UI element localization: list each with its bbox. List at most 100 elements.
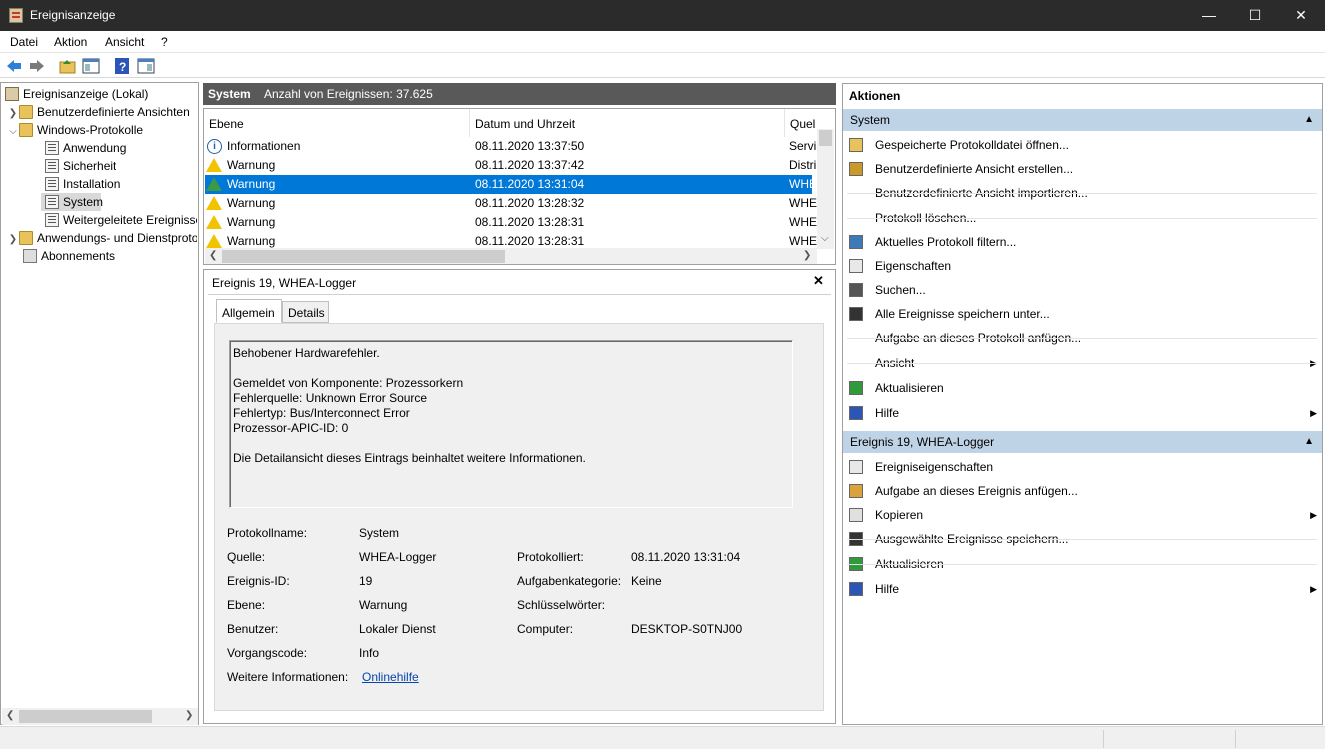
tree-item-app-service-logs[interactable]: ❯ Anwendungs- und Dienstprotokolle: [7, 229, 197, 247]
toolbar: ?: [0, 54, 1325, 78]
cell-level: Warnung: [227, 215, 276, 229]
tree-item-installation[interactable]: Installation: [45, 175, 120, 193]
tree-item-anwendung[interactable]: Anwendung: [45, 139, 126, 157]
help-icon: [849, 406, 863, 420]
action-label: Hilfe: [875, 406, 900, 420]
table-row[interactable]: Warnung 08.11.2020 13:37:42 Distri: [205, 156, 816, 175]
action-label: Aktuelles Protokoll filtern...: [875, 235, 1017, 249]
folder-icon: [19, 123, 33, 137]
value-benutzer: Lokaler Dienst: [359, 622, 436, 636]
scroll-right-icon[interactable]: ❯: [185, 710, 193, 721]
value-aufgabenkategorie: Keine: [631, 574, 662, 588]
scroll-left-icon[interactable]: ❮: [209, 250, 217, 261]
show-hide-action-pane-icon[interactable]: [137, 57, 155, 75]
cell-date: 08.11.2020 13:31:04: [475, 177, 585, 191]
action-aktuelles-protokoll-filtern[interactable]: Aktuelles Protokoll filtern...: [847, 230, 1317, 254]
column-header-source[interactable]: Quel: [785, 109, 817, 137]
event-message-box[interactable]: Behobener Hardwarefehler. Gemeldet von K…: [229, 340, 793, 508]
menu-datei[interactable]: Datei: [10, 35, 38, 49]
scrollbar-thumb[interactable]: [819, 130, 832, 146]
close-button[interactable]: ✕: [1278, 0, 1324, 31]
actions-section-event[interactable]: Ereignis 19, WHEA-Logger ▲: [843, 431, 1322, 453]
action-alle-ereignisse-speichern-unter[interactable]: Alle Ereignisse speichern unter...: [847, 302, 1317, 326]
warning-icon: [206, 234, 222, 248]
warning-icon: [206, 158, 222, 172]
column-header-level[interactable]: Ebene: [204, 109, 470, 137]
forward-arrow-icon[interactable]: [28, 57, 46, 75]
scrollbar-thumb[interactable]: [222, 250, 505, 263]
list-vertical-scrollbar[interactable]: ⌵: [817, 129, 834, 249]
tree-horizontal-scrollbar[interactable]: ❮ ❯: [2, 708, 198, 725]
table-row[interactable]: Warnung 08.11.2020 13:31:04 WHE: [205, 175, 817, 194]
table-row[interactable]: Warnung 08.11.2020 13:28:31 WHE: [205, 213, 817, 232]
action-label: Hilfe: [875, 582, 900, 596]
label-quelle: Quelle:: [227, 550, 266, 564]
menu-bar: Datei Aktion Ansicht ?: [0, 31, 1325, 53]
action-eigenschaften[interactable]: Eigenschaften: [847, 254, 1317, 278]
copy-icon: [849, 508, 863, 522]
tree-item-label: Abonnements: [41, 249, 116, 263]
refresh-icon: [849, 381, 863, 395]
log-icon: [45, 159, 59, 173]
tree-item-subscriptions[interactable]: Abonnements: [23, 247, 115, 265]
attach-task-icon: [849, 484, 863, 498]
divider: [847, 218, 1317, 219]
action-ereigniseigenschaften[interactable]: Ereigniseigenschaften: [847, 455, 1317, 479]
action-hilfe[interactable]: Hilfe ▶: [847, 577, 1317, 601]
label-ebene: Ebene:: [227, 598, 266, 612]
action-gespeicherte-protokolldatei-öffnen[interactable]: Gespeicherte Protokolldatei öffnen...: [847, 133, 1317, 157]
collapse-icon[interactable]: ▲: [1304, 109, 1314, 131]
action-label: Aufgabe an dieses Ereignis anfügen...: [875, 484, 1078, 498]
back-arrow-icon[interactable]: [5, 57, 23, 75]
action-benutzerdefinierte-ansicht-erstellen[interactable]: Benutzerdefinierte Ansicht erstellen...: [847, 157, 1317, 181]
maximize-button[interactable]: ☐: [1232, 0, 1278, 31]
tree-item-forwarded-events[interactable]: Weitergeleitete Ereignisse: [45, 211, 197, 229]
tree-item-windows-logs[interactable]: ⌵ Windows-Protokolle: [7, 121, 143, 139]
tree-item-custom-views[interactable]: ❯ Benutzerdefinierte Ansichten: [7, 103, 190, 121]
tree-item-sicherheit[interactable]: Sicherheit: [45, 157, 116, 175]
scroll-left-icon[interactable]: ❮: [6, 710, 14, 721]
help-icon[interactable]: ?: [113, 57, 131, 75]
show-hide-tree-icon[interactable]: [82, 57, 100, 75]
action-aufgabe-an-dieses-ereignis-anfügen[interactable]: Aufgabe an dieses Ereignis anfügen...: [847, 479, 1317, 503]
tree-item-system[interactable]: System: [45, 193, 103, 211]
tab-details[interactable]: Details: [282, 301, 329, 323]
table-row[interactable]: i Informationen 08.11.2020 13:37:50 Servi: [205, 137, 816, 156]
scroll-right-icon[interactable]: ❯: [803, 250, 811, 261]
actions-section-system[interactable]: System ▲: [843, 109, 1322, 131]
menu-aktion[interactable]: Aktion: [54, 35, 87, 49]
chevron-down-icon[interactable]: ⌵: [7, 123, 19, 139]
action-hilfe[interactable]: Hilfe ▶: [847, 401, 1317, 425]
collapse-icon[interactable]: ▲: [1304, 431, 1314, 453]
label-weitere-informationen: Weitere Informationen:: [227, 670, 349, 684]
cell-level: Warnung: [227, 177, 276, 191]
scroll-down-icon[interactable]: ⌵: [821, 233, 829, 244]
properties-icon: [849, 259, 863, 273]
filter-create-icon: [849, 162, 863, 176]
tree-item-root[interactable]: Ereignisanzeige (Lokal): [5, 85, 148, 103]
scrollbar-thumb[interactable]: [19, 710, 152, 723]
table-row[interactable]: Warnung 08.11.2020 13:28:32 WHE: [205, 194, 817, 213]
menu-ansicht[interactable]: Ansicht: [105, 35, 144, 49]
status-bar: [0, 726, 1325, 749]
action-aktualisieren[interactable]: Aktualisieren: [847, 376, 1317, 400]
minimize-button[interactable]: —: [1186, 0, 1232, 31]
online-help-link[interactable]: Onlinehilfe: [362, 670, 419, 684]
log-icon: [45, 195, 59, 209]
action-kopieren[interactable]: Kopieren ▶: [847, 503, 1317, 527]
tab-allgemein[interactable]: Allgemein: [216, 299, 282, 323]
value-computer: DESKTOP-S0TNJ00: [631, 622, 743, 636]
up-folder-icon[interactable]: [59, 57, 77, 75]
chevron-right-icon[interactable]: ❯: [7, 231, 19, 247]
tree-item-label: Installation: [63, 177, 121, 191]
action-suchen[interactable]: Suchen...: [847, 278, 1317, 302]
tree-item-label: Benutzerdefinierte Ansichten: [37, 105, 190, 119]
tree-item-label: Windows-Protokolle: [37, 123, 144, 137]
menu-help[interactable]: ?: [161, 35, 168, 49]
detail-close-icon[interactable]: ✕: [813, 273, 824, 289]
chevron-right-icon[interactable]: ❯: [7, 105, 19, 121]
action-label: Gespeicherte Protokolldatei öffnen...: [875, 138, 1069, 152]
list-horizontal-scrollbar[interactable]: ❮ ❯: [205, 248, 817, 264]
detail-title: Ereignis 19, WHEA-Logger: [212, 276, 357, 290]
column-header-date[interactable]: Datum und Uhrzeit: [470, 109, 785, 137]
